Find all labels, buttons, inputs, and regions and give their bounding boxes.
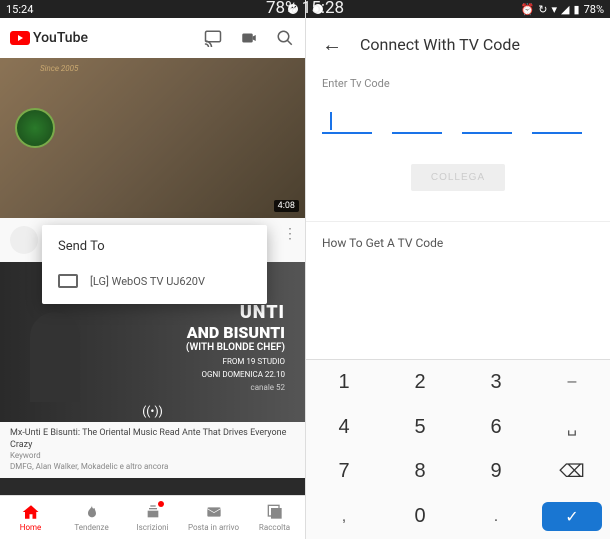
video-thumbnail-1[interactable]: Since 2005 4:08 [0, 58, 305, 218]
key-8[interactable]: 8 [382, 450, 458, 495]
youtube-brand-text: YouTube [33, 30, 88, 46]
alarm-icon: ⏰ [521, 3, 535, 16]
tv-icon [58, 274, 78, 288]
overlay-title-1: UNTI [186, 302, 285, 323]
enter-code-label: Enter Tv Code [322, 77, 594, 90]
battery-pct: 78% [584, 3, 604, 16]
nav-home-label: Home [20, 523, 42, 532]
channel-avatar[interactable] [10, 226, 38, 254]
numeric-keypad: 1 2 3 – 4 5 6 ␣ 7 8 9 ⌫ , 0 . ✓ [306, 359, 610, 539]
page-title: Connect With TV Code [360, 35, 520, 54]
search-icon[interactable] [275, 28, 295, 48]
key-space[interactable]: ␣ [534, 405, 610, 450]
status-time: 15:24 [6, 3, 33, 16]
video-sub-2: DMFG, Alan Walker, Mokadelic e altro anc… [10, 462, 295, 472]
green-badge-icon [15, 108, 55, 148]
duration-badge: 4:08 [274, 200, 299, 212]
overlay-title-2: AND BISUNTI [186, 323, 285, 342]
overlay-canale: canale 52 [186, 383, 285, 392]
nav-subs[interactable]: Iscrizioni [122, 496, 183, 539]
youtube-logo[interactable]: YouTube [10, 30, 88, 46]
nav-inbox[interactable]: Posta in arrivo [183, 496, 244, 539]
camera-icon[interactable] [239, 28, 259, 48]
subs-icon [144, 503, 162, 521]
status-bar: 15:24 [0, 0, 305, 18]
chef-figure [30, 312, 80, 402]
text-cursor [330, 112, 332, 130]
code-input-4[interactable] [532, 110, 582, 134]
key-7[interactable]: 7 [306, 450, 382, 495]
library-icon [266, 503, 284, 521]
key-dot[interactable]: . [458, 494, 534, 539]
video-title-2: Mx-Unti E Bisunti: The Oriental Music Re… [10, 428, 295, 451]
send-to-title: Send To [58, 239, 251, 254]
battery-icon: ▮ [574, 3, 580, 16]
key-3[interactable]: 3 [458, 360, 534, 405]
overlay-subtitle: (WITH BLONDE CHEF) [186, 342, 285, 353]
overlay-info-1: FROM 19 STUDIO [186, 357, 285, 366]
notification-dot-icon [158, 501, 164, 507]
cast-indicator-icon: ((•)) [142, 404, 163, 418]
home-icon [22, 503, 40, 521]
key-6[interactable]: 6 [458, 405, 534, 450]
device-label: [LG] WebOS TV UJ620V [90, 275, 205, 288]
cast-icon[interactable] [203, 28, 223, 48]
key-0[interactable]: 0 [382, 494, 458, 539]
video-sub-1: Keyword [10, 451, 295, 461]
send-to-dialog: Send To [LG] WebOS TV UJ620V [42, 225, 267, 304]
nav-library[interactable]: Raccolta [244, 496, 305, 539]
nav-library-label: Raccolta [259, 523, 290, 532]
connect-button[interactable]: COLLEGA [411, 164, 505, 191]
wifi-icon: ▾ [552, 3, 558, 16]
center-clock: 78% 15:28 [266, 0, 344, 18]
key-confirm[interactable]: ✓ [542, 502, 602, 531]
nav-trending[interactable]: Tendenze [61, 496, 122, 539]
key-backspace[interactable]: ⌫ [534, 450, 610, 495]
more-icon[interactable]: ⋮ [283, 226, 297, 242]
mail-icon [205, 503, 223, 521]
key-dash[interactable]: – [534, 360, 610, 405]
connect-tv-screen: ⏰ ↻ ▾ ◢ ▮ 78% ← Connect With TV Code Ent… [305, 0, 610, 539]
key-2[interactable]: 2 [382, 360, 458, 405]
code-input-group [322, 110, 594, 134]
key-1[interactable]: 1 [306, 360, 382, 405]
back-arrow-icon[interactable]: ← [322, 32, 342, 57]
nav-home[interactable]: Home [0, 496, 61, 539]
cast-device-item[interactable]: [LG] WebOS TV UJ620V [58, 268, 251, 294]
key-9[interactable]: 9 [458, 450, 534, 495]
status-bar-right: ⏰ ↻ ▾ ◢ ▮ 78% [306, 0, 610, 18]
connect-header: ← Connect With TV Code [306, 18, 610, 71]
play-logo-icon [10, 31, 30, 45]
key-4[interactable]: 4 [306, 405, 382, 450]
code-input-2[interactable] [392, 110, 442, 134]
youtube-header: YouTube [0, 18, 305, 58]
code-input-3[interactable] [462, 110, 512, 134]
key-comma[interactable]: , [306, 494, 382, 539]
overlay-info-2: OGNI DOMENICA 22.10 [186, 370, 285, 379]
bottom-nav: Home Tendenze Iscrizioni Posta in arrivo [0, 495, 305, 539]
nav-subs-label: Iscrizioni [137, 523, 169, 532]
sync-icon: ↻ [538, 3, 547, 16]
howto-link[interactable]: How To Get A TV Code [306, 221, 610, 264]
trending-icon [83, 503, 101, 521]
video-meta-2[interactable]: Mx-Unti E Bisunti: The Oriental Music Re… [0, 422, 305, 478]
signal-icon: ◢ [561, 3, 569, 16]
key-5[interactable]: 5 [382, 405, 458, 450]
nav-inbox-label: Posta in arrivo [188, 523, 239, 532]
nav-trending-label: Tendenze [74, 523, 108, 532]
youtube-app-screen: 15:24 YouTube Since 2005 [0, 0, 305, 539]
since-badge: Since 2005 [40, 64, 78, 73]
